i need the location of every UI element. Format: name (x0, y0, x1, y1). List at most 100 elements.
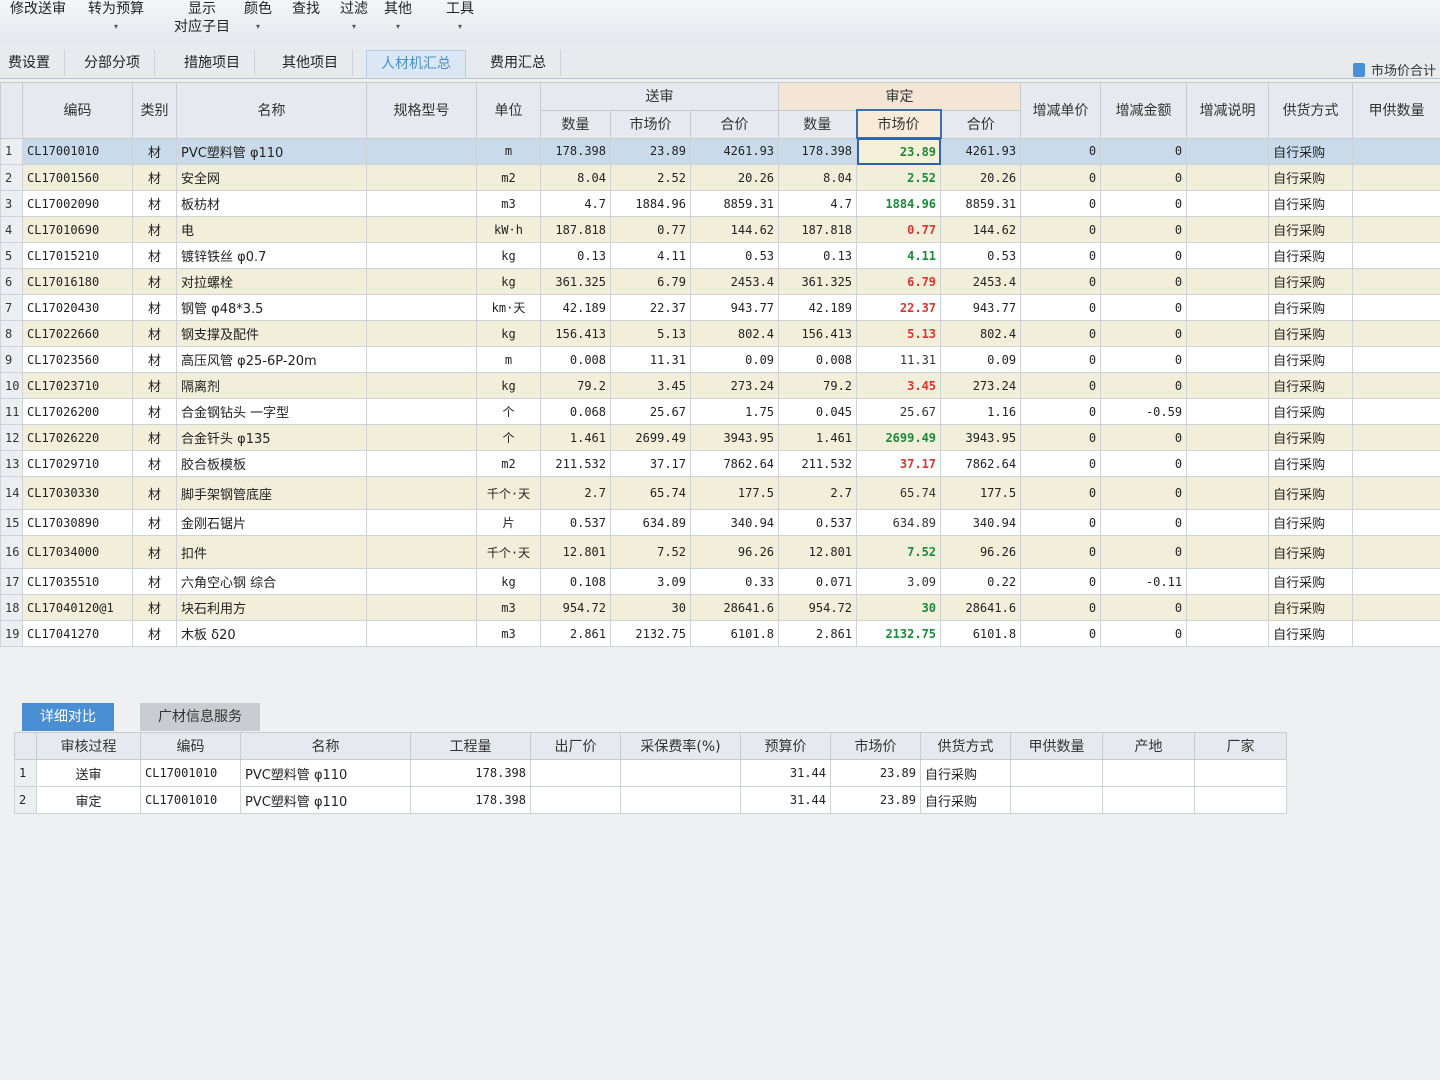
unit-cell[interactable]: kW·h (476, 216, 541, 243)
adj-amount-cell[interactable]: 0 (1100, 242, 1188, 269)
category-cell[interactable]: 材 (132, 594, 177, 621)
approved-total-cell[interactable]: 177.5 (940, 476, 1022, 510)
origin-cell[interactable] (1102, 759, 1195, 787)
category-cell[interactable]: 材 (132, 268, 177, 295)
row-number-cell[interactable]: 15 (0, 509, 23, 536)
supply-mode-cell[interactable]: 自行采购 (1268, 535, 1354, 569)
owner-qty-header[interactable]: 甲供数量 (1352, 82, 1440, 139)
approved-price-cell[interactable]: 1884.96 (856, 190, 942, 217)
approved-total-cell[interactable]: 0.09 (940, 346, 1022, 373)
adj-unit-price-cell[interactable]: 0 (1020, 535, 1102, 569)
submitted-price-cell[interactable]: 11.31 (610, 346, 691, 373)
detail-name-header[interactable]: 名称 (240, 732, 411, 760)
code-cell[interactable]: CL17016180 (22, 268, 133, 295)
approved-qty-cell[interactable]: 211.532 (778, 450, 858, 477)
detail-name-cell[interactable]: PVC塑料管 φ110 (240, 786, 411, 814)
process-header[interactable]: 审核过程 (36, 732, 141, 760)
adj-amount-cell[interactable]: 0 (1100, 346, 1188, 373)
unit-cell[interactable]: kg (476, 320, 541, 347)
owner-qty-cell[interactable] (1352, 594, 1440, 621)
name-cell[interactable]: 脚手架钢管底座 (176, 476, 367, 510)
adj-note-cell[interactable] (1186, 509, 1270, 536)
submitted-price-cell[interactable]: 1884.96 (610, 190, 691, 217)
code-cell[interactable]: CL17040120@1 (22, 594, 133, 621)
tab-division-items[interactable]: 分部分项 (70, 50, 155, 76)
row-number-cell[interactable]: 4 (0, 216, 23, 243)
detail-name-cell[interactable]: PVC塑料管 φ110 (240, 759, 411, 787)
row-number-cell[interactable]: 2 (0, 164, 23, 191)
budget-price-header[interactable]: 预算价 (740, 732, 831, 760)
budget-price-cell[interactable]: 31.44 (740, 786, 831, 814)
spec-cell[interactable] (366, 476, 477, 510)
process-cell[interactable]: 审定 (36, 786, 141, 814)
submitted-price-cell[interactable]: 37.17 (610, 450, 691, 477)
submitted-price-cell[interactable]: 2.52 (610, 164, 691, 191)
approved-price-cell[interactable]: 4.11 (856, 242, 942, 269)
submitted-total-header[interactable]: 合价 (689, 109, 780, 139)
row-number-cell[interactable]: 13 (0, 450, 23, 477)
owner-qty-cell[interactable] (1352, 216, 1440, 243)
submitted-total-cell[interactable]: 144.62 (689, 216, 780, 243)
table-row[interactable]: 10 CL17023710 材隔离剂 kg 79.2 3.45 273.24 79.2 3.45… (0, 372, 1440, 399)
approved-qty-cell[interactable]: 2.861 (778, 620, 858, 647)
manufacturer-cell[interactable] (1194, 759, 1287, 787)
submitted-price-cell[interactable]: 2699.49 (610, 424, 691, 451)
submitted-price-cell[interactable]: 6.79 (610, 268, 691, 295)
submitted-total-cell[interactable]: 4261.93 (689, 137, 780, 165)
approved-qty-cell[interactable]: 2.7 (778, 476, 858, 510)
approved-total-cell[interactable]: 28641.6 (940, 594, 1022, 621)
detail-code-header[interactable]: 编码 (140, 732, 241, 760)
approved-qty-cell[interactable]: 0.13 (778, 242, 858, 269)
row-number-cell[interactable]: 17 (0, 568, 23, 595)
supply-mode-cell[interactable]: 自行采购 (1268, 424, 1354, 451)
name-cell[interactable]: 板枋材 (176, 190, 367, 217)
name-cell[interactable]: 六角空心钢 综合 (176, 568, 367, 595)
row-number-cell[interactable]: 3 (0, 190, 23, 217)
adj-unit-price-cell[interactable]: 0 (1020, 594, 1102, 621)
name-cell[interactable]: 隔离剂 (176, 372, 367, 399)
approved-price-cell[interactable]: 11.31 (856, 346, 942, 373)
category-header[interactable]: 类别 (132, 82, 177, 139)
submitted-total-cell[interactable]: 802.4 (689, 320, 780, 347)
submitted-price-cell[interactable]: 4.11 (610, 242, 691, 269)
detail-row-number-cell[interactable]: 1 (14, 759, 37, 787)
spec-cell[interactable] (366, 424, 477, 451)
unit-cell[interactable]: kg (476, 242, 541, 269)
name-cell[interactable]: 安全网 (176, 164, 367, 191)
code-cell[interactable]: CL17010690 (22, 216, 133, 243)
tab-other-items[interactable]: 其他项目 (268, 50, 353, 76)
approved-qty-cell[interactable]: 156.413 (778, 320, 858, 347)
submitted-total-cell[interactable]: 6101.8 (689, 620, 780, 647)
submitted-total-cell[interactable]: 943.77 (689, 294, 780, 321)
approved-price-cell[interactable]: 7.52 (856, 535, 942, 569)
submitted-total-cell[interactable]: 8859.31 (689, 190, 780, 217)
table-row[interactable]: 3 CL17002090 材板枋材 m3 4.7 1884.96 8859.31 4.7 188… (0, 190, 1440, 217)
supply-mode-cell[interactable]: 自行采购 (1268, 164, 1354, 191)
detail-row-number-cell[interactable]: 2 (14, 786, 37, 814)
approved-price-cell[interactable]: 37.17 (856, 450, 942, 477)
detail-market-price-header[interactable]: 市场价 (830, 732, 921, 760)
spec-cell[interactable] (366, 620, 477, 647)
submitted-total-cell[interactable]: 3943.95 (689, 424, 780, 451)
table-row[interactable]: 13 CL17029710 材胶合板模板 m2 211.532 37.17 7862.64 2… (0, 450, 1440, 477)
code-cell[interactable]: CL17023710 (22, 372, 133, 399)
adj-note-cell[interactable] (1186, 164, 1270, 191)
code-cell[interactable]: CL17026200 (22, 398, 133, 425)
code-cell[interactable]: CL17030330 (22, 476, 133, 510)
submitted-qty-cell[interactable]: 1.461 (540, 424, 611, 451)
detail-supply-mode-header[interactable]: 供货方式 (920, 732, 1011, 760)
approved-price-cell[interactable]: 22.37 (856, 294, 942, 321)
adj-amount-cell[interactable]: 0 (1100, 268, 1188, 295)
table-row[interactable]: 9 CL17023560 材高压风管 φ25-6P-20m m 0.008 11.31 0.… (0, 346, 1440, 373)
quantity-cell[interactable]: 178.398 (410, 759, 531, 787)
submitted-total-cell[interactable]: 0.53 (689, 242, 780, 269)
market-total-toggle[interactable]: 市场价合计 (1352, 60, 1436, 79)
owner-qty-cell[interactable] (1352, 476, 1440, 510)
tab-detail-compare[interactable]: 详细对比 (22, 703, 114, 731)
submitted-price-header[interactable]: 市场价 (610, 109, 691, 139)
adj-note-cell[interactable] (1186, 137, 1270, 165)
submitted-total-cell[interactable]: 7862.64 (689, 450, 780, 477)
category-cell[interactable]: 材 (132, 346, 177, 373)
category-cell[interactable]: 材 (132, 216, 177, 243)
approved-total-cell[interactable]: 273.24 (940, 372, 1022, 399)
